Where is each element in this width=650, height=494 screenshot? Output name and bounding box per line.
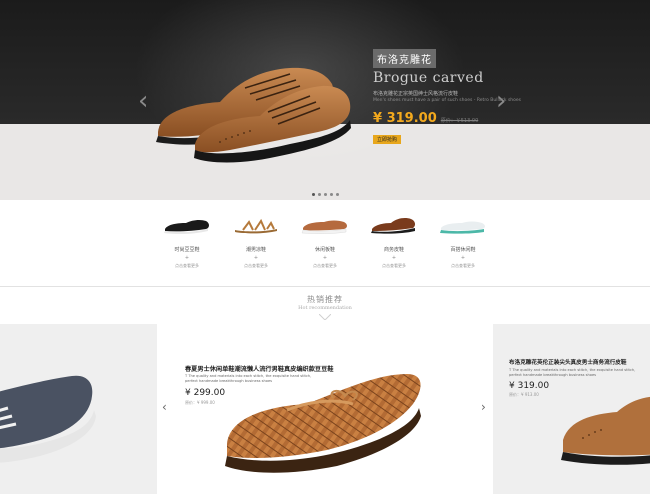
- slide-dot[interactable]: [318, 193, 321, 196]
- hero-old-price: 原价：￥513.00: [440, 118, 479, 124]
- product-title[interactable]: 布洛克雕花英伦正装尖头真皮男士商务流行皮鞋: [509, 358, 626, 366]
- slide-dot[interactable]: [324, 193, 327, 196]
- plus-icon: +: [460, 255, 466, 261]
- slipon-shoe-icon: [0, 375, 96, 463]
- category-more: 点击查看更多: [313, 263, 337, 268]
- category-name: 休闲板鞋: [314, 247, 335, 253]
- hero-info: 布洛克雕花 Brogue carved 布洛克雕花正宗英国绅士风格流行皮鞋 Me…: [373, 48, 523, 145]
- category-name: 时尚豆豆鞋: [174, 247, 200, 253]
- product-title[interactable]: 春夏男士休闲单鞋潮流懒人流行男鞋真皮编织款豆豆鞋: [185, 364, 334, 373]
- plus-icon: +: [184, 255, 190, 261]
- section-subtitle: Hot recommendation: [298, 305, 352, 311]
- category-more: 点击查看更多: [175, 263, 199, 268]
- hero-price: ¥ 319.00: [373, 111, 437, 126]
- section-notch-icon: [319, 314, 331, 320]
- buy-now-button[interactable]: 立即抢购: [373, 135, 402, 144]
- hero-subtitle-en: Men's shoes must have a pair of such sho…: [373, 98, 522, 103]
- category-item[interactable]: 休闲板鞋 + 点击查看更多: [298, 214, 352, 274]
- hero-badge: 布洛克雕花: [373, 49, 436, 68]
- casual-shoe-icon: [301, 220, 347, 234]
- category-more: 点击查看更多: [382, 263, 406, 268]
- carousel-next-arrow[interactable]: ›: [481, 400, 486, 414]
- product-price: ¥ 319.00: [509, 381, 550, 391]
- slide-dot[interactable]: [312, 193, 315, 196]
- loafer-black-icon: [164, 219, 209, 235]
- category-name: 商务皮鞋: [383, 247, 404, 253]
- category-item[interactable]: 商务皮鞋 + 点击查看更多: [367, 214, 421, 274]
- brogue-shoe-icon: [561, 396, 650, 465]
- woven-loafer-icon: [225, 374, 421, 473]
- carousel-prev-card[interactable]: [0, 324, 157, 494]
- slipon-icon: [440, 221, 485, 234]
- product-old-price: 原价：¥ 999.00: [185, 400, 215, 405]
- plus-icon: +: [322, 255, 328, 261]
- hero-title: Brogue carved: [373, 70, 484, 86]
- brogue-shoe-icon[interactable]: [150, 52, 355, 167]
- hero-price-row: ¥ 319.00 原价：￥513.00: [373, 111, 523, 126]
- hero-subtitle-cn: 布洛克雕花正宗英国绅士风格流行皮鞋: [373, 91, 459, 97]
- hero-prev-arrow[interactable]: ‹: [138, 88, 148, 114]
- shop-page: ‹ › 布洛克雕花 Brogue carved 布洛克雕花正宗英国绅士风格流行皮…: [0, 0, 650, 494]
- section-title: 热销推荐: [307, 295, 343, 304]
- category-name: 潮男凉鞋: [245, 247, 266, 253]
- category-bar: 时尚豆豆鞋 + 点击查看更多 潮男凉鞋 + 点击查看更多 休闲板鞋 + 点击查看…: [160, 214, 490, 274]
- category-item[interactable]: 潮男凉鞋 + 点击查看更多: [229, 214, 283, 274]
- hero-banner: ‹ › 布洛克雕花 Brogue carved 布洛克雕花正宗英国绅士风格流行皮…: [0, 0, 650, 200]
- category-name: 百搭休闲鞋: [450, 247, 476, 253]
- product-desc: T The quality and materials into each st…: [185, 374, 312, 383]
- plus-icon: +: [253, 255, 259, 261]
- category-item[interactable]: 时尚豆豆鞋 + 点击查看更多: [160, 214, 214, 274]
- slide-indicator: [312, 193, 339, 196]
- category-more: 点击查看更多: [244, 263, 268, 268]
- category-more: 点击查看更多: [451, 263, 475, 268]
- slide-dot[interactable]: [336, 193, 339, 196]
- business-shoe-icon: [371, 218, 416, 234]
- carousel-next-card[interactable]: 布洛克雕花英伦正装尖头真皮男士商务流行皮鞋 T The quality and …: [493, 324, 650, 494]
- product-old-price: 原价：¥ 913.00: [509, 392, 539, 397]
- slide-dot[interactable]: [330, 193, 333, 196]
- carousel-active-card[interactable]: 春夏男士休闲单鞋潮流懒人流行男鞋真皮编织款豆豆鞋 T The quality a…: [157, 324, 493, 494]
- sandal-icon: [235, 218, 277, 234]
- category-item[interactable]: 百搭休闲鞋 + 点击查看更多: [436, 214, 490, 274]
- section-divider: [0, 286, 650, 287]
- carousel-prev-arrow[interactable]: ‹: [162, 400, 167, 414]
- product-price: ¥ 299.00: [185, 388, 226, 398]
- plus-icon: +: [391, 255, 397, 261]
- product-desc: T The quality and materials into each st…: [509, 368, 636, 377]
